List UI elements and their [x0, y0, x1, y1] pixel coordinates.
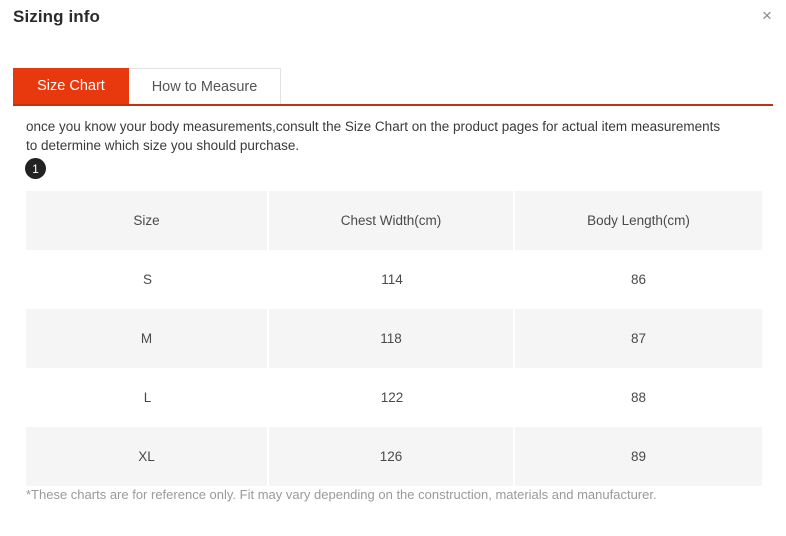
cell-body-length: 86 [515, 250, 762, 309]
table-row: XL 126 89 [26, 427, 762, 486]
page-title: Sizing info [13, 7, 101, 26]
cell-chest-width: 118 [269, 309, 515, 368]
column-header-chest-width: Chest Width(cm) [269, 191, 515, 250]
table-row: L 122 88 [26, 368, 762, 427]
size-chart-table: Size Chest Width(cm) Body Length(cm) S 1… [26, 191, 762, 486]
tab-size-chart-label: Size Chart [37, 78, 105, 94]
tab-how-to-measure[interactable]: How to Measure [129, 68, 281, 104]
cell-size: M [26, 309, 269, 368]
cell-body-length: 87 [515, 309, 762, 368]
cell-chest-width: 122 [269, 368, 515, 427]
cell-size: S [26, 250, 269, 309]
column-header-size: Size [26, 191, 269, 250]
step-badge: 1 [25, 158, 46, 179]
tab-list: Size Chart How to Measure [13, 68, 773, 104]
table-header-row: Size Chest Width(cm) Body Length(cm) [26, 191, 762, 250]
sizing-info-modal: × Sizing info Size Chart How to Measure … [0, 0, 786, 536]
cell-size: L [26, 368, 269, 427]
tab-underline [13, 104, 773, 106]
intro-text: once you know your body measurements,con… [26, 119, 721, 153]
table-row: S 114 86 [26, 250, 762, 309]
cell-size: XL [26, 427, 269, 486]
tab-bar: Size Chart How to Measure [13, 68, 773, 106]
cell-body-length: 88 [515, 368, 762, 427]
tab-size-chart[interactable]: Size Chart [13, 68, 129, 104]
close-icon[interactable]: × [754, 2, 780, 28]
cell-chest-width: 126 [269, 427, 515, 486]
cell-body-length: 89 [515, 427, 762, 486]
footnote-text: *These charts are for reference only. Fi… [26, 487, 657, 502]
tab-how-to-measure-label: How to Measure [151, 78, 258, 95]
cell-chest-width: 114 [269, 250, 515, 309]
column-header-body-length: Body Length(cm) [515, 191, 762, 250]
table-row: M 118 87 [26, 309, 762, 368]
